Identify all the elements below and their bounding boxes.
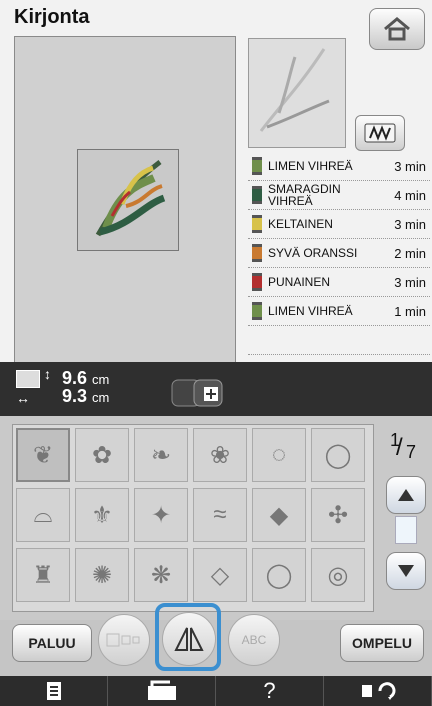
thread-name: LIMEN VIHREÄ — [268, 304, 353, 318]
fleur-design[interactable]: ⚜ — [75, 488, 129, 542]
border-design[interactable]: ≈ — [193, 488, 247, 542]
small-diamond-icon: ◇ — [210, 561, 230, 589]
up-arrow-icon — [398, 489, 414, 501]
thread-name: KELTAINEN — [268, 217, 333, 231]
embroidery-pattern[interactable] — [77, 149, 179, 251]
thread-time: 3 min — [394, 158, 426, 174]
width-arrow-icon: ↔ — [16, 390, 30, 406]
page-title: Kirjonta — [14, 6, 90, 28]
vase-icon: ♜ — [32, 561, 54, 589]
wreath-small-icon: ◌ — [271, 441, 287, 468]
settings-button[interactable] — [324, 676, 432, 706]
circle-frame-icon: ◎ — [327, 561, 349, 589]
flower-design[interactable]: ✿ — [75, 428, 129, 482]
arrange-icon — [106, 633, 140, 647]
hoop-button[interactable] — [170, 374, 236, 410]
back-button[interactable]: PALUU — [12, 624, 92, 662]
bird-icon: ❀ — [209, 441, 231, 469]
home-button[interactable] — [369, 8, 425, 50]
thread-row[interactable]: LIMEN VIHREÄ 3 min — [248, 152, 430, 181]
thread-row-empty — [248, 326, 430, 355]
wreath-icon: ◯ — [324, 441, 352, 469]
ornament-design[interactable]: ✦ — [134, 488, 188, 542]
scroll-icon: ✣ — [327, 501, 349, 529]
thread-name: LIMEN VIHREÄ — [268, 159, 353, 173]
medallion-icon: ❋ — [150, 561, 172, 589]
page-indicator: 1/7 — [390, 430, 417, 462]
pattern-icon — [364, 123, 396, 143]
down-arrow-icon — [398, 565, 414, 577]
wreath-small-design[interactable]: ◌ — [252, 428, 306, 482]
scroll-design[interactable]: ✣ — [311, 488, 365, 542]
leaf-bouquet-icon: ❦ — [32, 441, 54, 469]
help-button[interactable]: ? — [216, 676, 324, 706]
thread-spool-icon — [252, 157, 262, 175]
footer-bar: ? — [0, 676, 432, 706]
arch-icon: ⌓ — [33, 501, 53, 528]
ornament-icon: ✦ — [150, 501, 172, 529]
leaf-bouquet-design[interactable]: ❦ — [16, 428, 70, 482]
scroll-down-button[interactable] — [386, 552, 426, 590]
leaf-bouquet-icon — [95, 160, 166, 237]
circle-frame-design[interactable]: ◎ — [311, 548, 365, 602]
diamond-ornament-design[interactable]: ◆ — [252, 488, 306, 542]
thread-name: SYVÄ ORANSSI — [268, 246, 358, 260]
border-icon: ≈ — [213, 501, 227, 528]
document-button[interactable] — [0, 676, 108, 706]
laurel-wreath-design[interactable]: ◯ — [252, 548, 306, 602]
rosette-design[interactable]: ✺ — [75, 548, 129, 602]
vase-design[interactable]: ♜ — [16, 548, 70, 602]
thread-spool-icon — [252, 273, 262, 291]
hoop-icon — [171, 379, 223, 407]
thread-preview — [248, 38, 346, 148]
thread-row[interactable]: KELTAINEN 3 min — [248, 210, 430, 239]
thread-name: SMARAGDIN VIHREÄ — [268, 182, 341, 208]
thread-time: 1 min — [394, 303, 426, 319]
small-diamond-design[interactable]: ◇ — [193, 548, 247, 602]
rosette-icon: ✺ — [91, 561, 113, 589]
thread-row[interactable]: SYVÄ ORANSSI 2 min — [248, 239, 430, 268]
medallion-design[interactable]: ❋ — [134, 548, 188, 602]
height-arrow-icon: ↕ — [44, 366, 51, 382]
sew-button[interactable]: OMPELU — [340, 624, 424, 662]
fleur-icon: ⚜ — [91, 501, 113, 529]
thread-row[interactable]: PUNAINEN 3 min — [248, 268, 430, 297]
pattern-width: 9.3 cm — [62, 386, 110, 406]
mirror-highlight — [155, 603, 221, 671]
embroidery-canvas[interactable] — [14, 36, 236, 364]
pattern-view-button[interactable] — [355, 115, 405, 151]
thread-time: 2 min — [394, 245, 426, 261]
bird-design[interactable]: ❀ — [193, 428, 247, 482]
abc-button[interactable]: ABC — [228, 614, 280, 666]
laurel-wreath-icon: ◯ — [265, 561, 293, 589]
thread-list: LIMEN VIHREÄ 3 min SMARAGDIN VIHREÄ 4 mi… — [248, 152, 430, 355]
arch-design[interactable]: ⌓ — [16, 488, 70, 542]
scroll-up-button[interactable] — [386, 476, 426, 514]
abc-label: ABC — [241, 633, 267, 647]
flower-icon: ✿ — [91, 441, 113, 469]
branch-design[interactable]: ❧ — [134, 428, 188, 482]
machine-button[interactable] — [108, 676, 216, 706]
thread-name: PUNAINEN — [268, 275, 331, 289]
thread-time: 3 min — [394, 216, 426, 232]
thread-spool-icon — [252, 302, 262, 320]
thread-row[interactable]: SMARAGDIN VIHREÄ 4 min — [248, 181, 430, 210]
thread-time: 4 min — [394, 187, 426, 203]
branch-icon: ❧ — [150, 441, 172, 469]
help-icon: ? — [263, 678, 276, 703]
document-icon — [46, 682, 61, 700]
scrollbar[interactable] — [395, 516, 417, 544]
size-icon — [16, 370, 40, 388]
thread-spool-icon — [252, 215, 262, 233]
diamond-ornament-icon: ◆ — [269, 501, 289, 529]
settings-icon — [361, 682, 395, 700]
home-icon — [384, 17, 410, 41]
thread-time: 3 min — [394, 274, 426, 290]
arrange-button[interactable] — [98, 614, 150, 666]
machine-icon — [147, 680, 176, 700]
thread-row[interactable]: LIMEN VIHREÄ 1 min — [248, 297, 430, 326]
thread-spool-icon — [252, 186, 262, 204]
thread-spool-icon — [252, 244, 262, 262]
wreath-design[interactable]: ◯ — [311, 428, 365, 482]
